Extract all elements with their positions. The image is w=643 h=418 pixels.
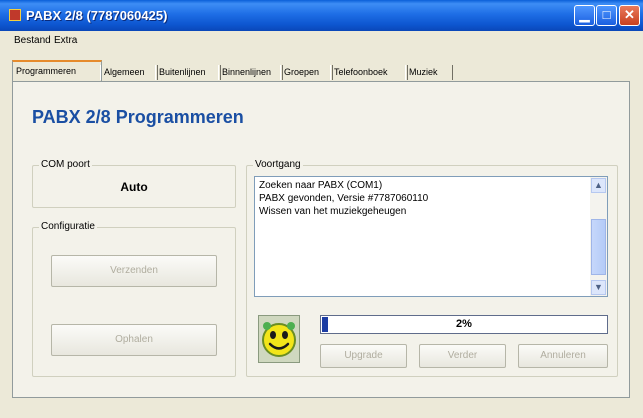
- log-scrollbar[interactable]: ▲ ▼: [590, 177, 607, 296]
- close-icon: ✕: [624, 7, 635, 22]
- log-line: Zoeken naar PABX (COM1): [259, 180, 383, 191]
- voortgang-label: Voortgang: [253, 159, 303, 170]
- menu-extra[interactable]: Extra: [54, 35, 77, 46]
- tab-binnenlijnen[interactable]: Binnenlijnen: [218, 65, 283, 80]
- tab-programmeren[interactable]: Programmeren: [12, 60, 102, 82]
- progress-bar: 2%: [320, 315, 608, 334]
- upgrade-button[interactable]: Upgrade: [320, 344, 407, 368]
- title-bar[interactable]: PABX 2/8 (7787060425) ▁ □ ✕: [0, 0, 643, 31]
- ophalen-button[interactable]: Ophalen: [51, 324, 217, 356]
- menu-bar: Bestand Extra: [0, 33, 643, 49]
- verder-button[interactable]: Verder: [419, 344, 506, 368]
- com-port-group: COM poort Auto: [32, 159, 236, 208]
- close-button[interactable]: ✕: [619, 5, 640, 26]
- com-port-value: Auto: [120, 180, 148, 194]
- minimize-icon: ▁: [579, 7, 590, 22]
- verzenden-button[interactable]: Verzenden: [51, 255, 217, 287]
- tab-groepen[interactable]: Groepen: [280, 65, 333, 80]
- maximize-button[interactable]: □: [596, 5, 617, 26]
- scroll-up-icon[interactable]: ▲: [591, 178, 606, 193]
- log-output[interactable]: Zoeken naar PABX (COM1) PABX gevonden, V…: [254, 176, 608, 297]
- window-title: PABX 2/8 (7787060425): [26, 8, 168, 23]
- tab-muziek[interactable]: Muziek: [405, 65, 453, 80]
- tab-buitenlijnen[interactable]: Buitenlijnen: [155, 65, 221, 80]
- maximize-icon: □: [602, 7, 611, 22]
- status-bar: [0, 398, 643, 418]
- page-title: PABX 2/8 Programmeren: [32, 107, 244, 127]
- app-icon: [9, 9, 21, 21]
- tab-algemeen[interactable]: Algemeen: [100, 65, 158, 80]
- annuleren-button[interactable]: Annuleren: [518, 344, 608, 368]
- app-window: PABX 2/8 (7787060425) ▁ □ ✕ Bestand Extr…: [0, 0, 643, 418]
- progress-percentage: 2%: [456, 318, 472, 330]
- com-port-label: COM poort: [39, 159, 92, 170]
- log-line: Wissen van het muziekgeheugen: [259, 206, 407, 217]
- scroll-thumb[interactable]: [591, 219, 606, 275]
- menu-bestand[interactable]: Bestand: [14, 35, 51, 46]
- configuratie-label: Configuratie: [39, 221, 97, 232]
- log-line: PABX gevonden, Versie #7787060110: [259, 193, 429, 204]
- scroll-down-icon[interactable]: ▼: [591, 280, 606, 295]
- minimize-button[interactable]: ▁: [574, 5, 595, 26]
- tab-telefoonboek[interactable]: Telefoonboek: [330, 65, 408, 80]
- smiley-icon: [258, 315, 300, 363]
